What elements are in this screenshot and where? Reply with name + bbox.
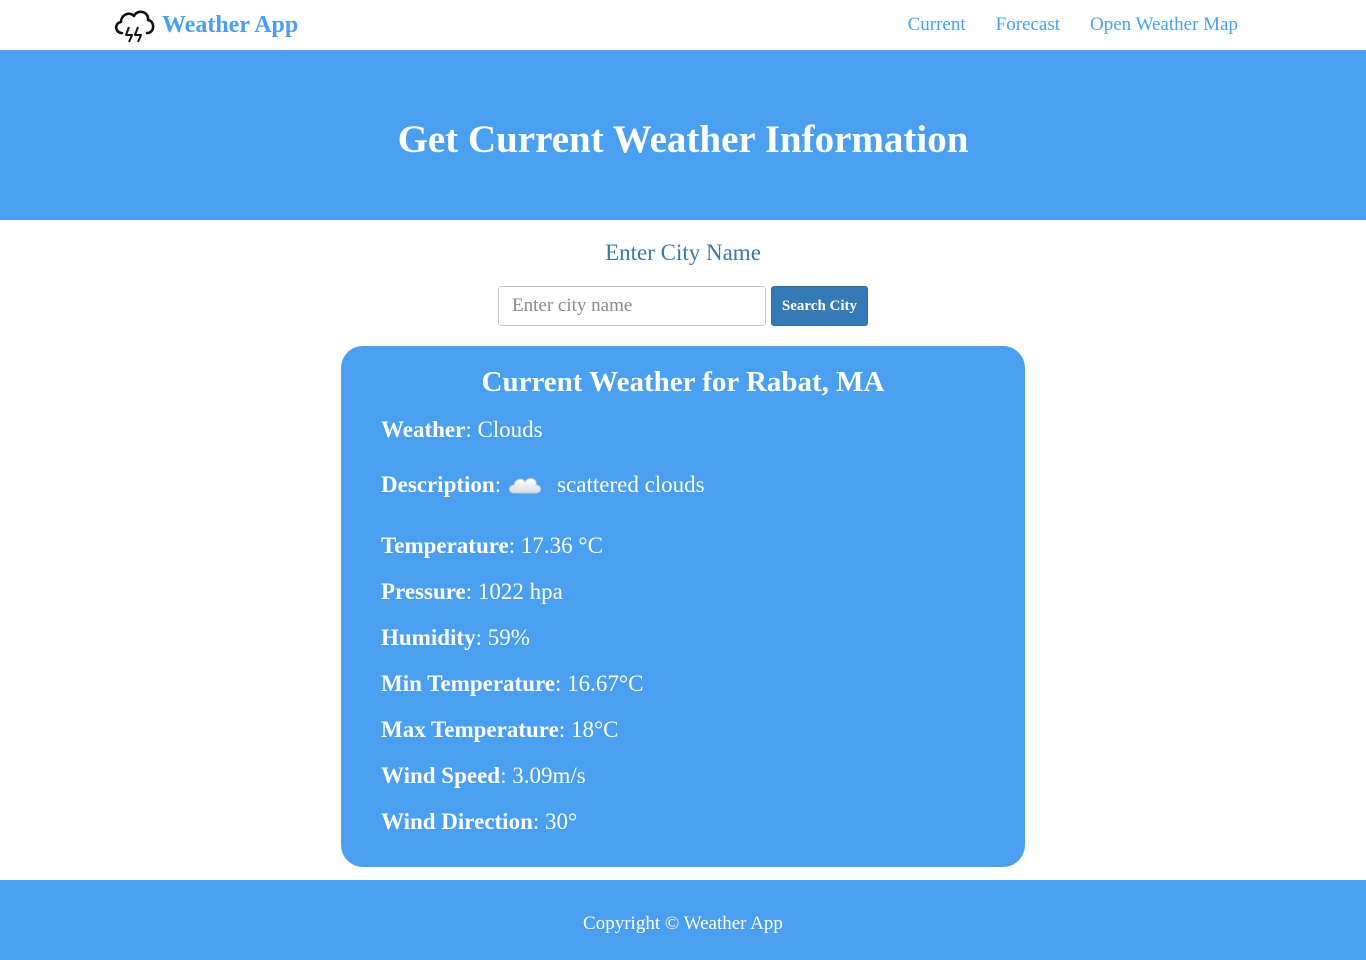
hero-banner: Get Current Weather Information [0, 50, 1366, 220]
storm-cloud-icon [114, 10, 155, 43]
description-row: Description: scattered clouds [381, 472, 705, 497]
city-search-input[interactable] [498, 286, 766, 326]
field-label: Weather [381, 417, 466, 442]
cloud-icon [509, 477, 542, 494]
field-label: Min Temperature [381, 671, 555, 696]
weather-row: Max Temperature: 18°C [381, 717, 619, 742]
weather-row: Temperature: 17.36 °C [381, 533, 603, 558]
weather-card: Current Weather for Rabat, MA Weather: C… [341, 346, 1025, 867]
field-value: 17.36 °C [520, 533, 603, 558]
weather-row: Wind Speed: 3.09m/s [381, 763, 586, 788]
field-value: 59% [487, 625, 530, 650]
field-label: Max Temperature [381, 717, 559, 742]
field-value: 1022 hpa [477, 579, 563, 604]
search-label: Enter City Name [605, 240, 761, 265]
nav-link-open-weather-map[interactable]: Open Weather Map [1090, 14, 1238, 36]
field-label: Pressure [381, 579, 466, 604]
weather-row: Weather: Clouds [381, 417, 543, 442]
weather-row: Wind Direction: 30° [381, 809, 578, 834]
field-label: Description [381, 472, 495, 497]
field-value: scattered clouds [557, 472, 705, 497]
nav-link-current[interactable]: Current [908, 14, 966, 36]
weather-row: Humidity: 59% [381, 625, 530, 650]
copyright-text: Copyright © Weather App [583, 913, 783, 934]
weather-row: Pressure: 1022 hpa [381, 579, 563, 604]
weather-row: Min Temperature: 16.67°C [381, 671, 644, 696]
field-value: Clouds [477, 417, 543, 442]
search-form: Search City [498, 286, 868, 326]
brand-name: Weather App [162, 11, 299, 38]
search-city-button[interactable]: Search City [771, 286, 868, 326]
field-label: Humidity [381, 625, 476, 650]
navbar: Weather App Current Forecast Open Weathe… [0, 0, 1366, 50]
field-value: 18°C [570, 717, 619, 742]
field-value: 3.09m/s [512, 763, 586, 788]
field-label: Wind Direction [381, 809, 533, 834]
nav-link-forecast[interactable]: Forecast [996, 14, 1060, 36]
weather-card-title: Current Weather for Rabat, MA [481, 366, 885, 398]
brand-link[interactable]: Weather App [112, 4, 298, 46]
page-title: Get Current Weather Information [397, 117, 969, 161]
field-label: Wind Speed [381, 763, 501, 788]
field-label: Temperature [381, 533, 509, 558]
field-value: 30° [545, 809, 578, 834]
footer: Copyright © Weather App [0, 880, 1366, 960]
nav-links: Current Forecast Open Weather Map [908, 0, 1238, 50]
field-value: 16.67°C [567, 671, 644, 696]
